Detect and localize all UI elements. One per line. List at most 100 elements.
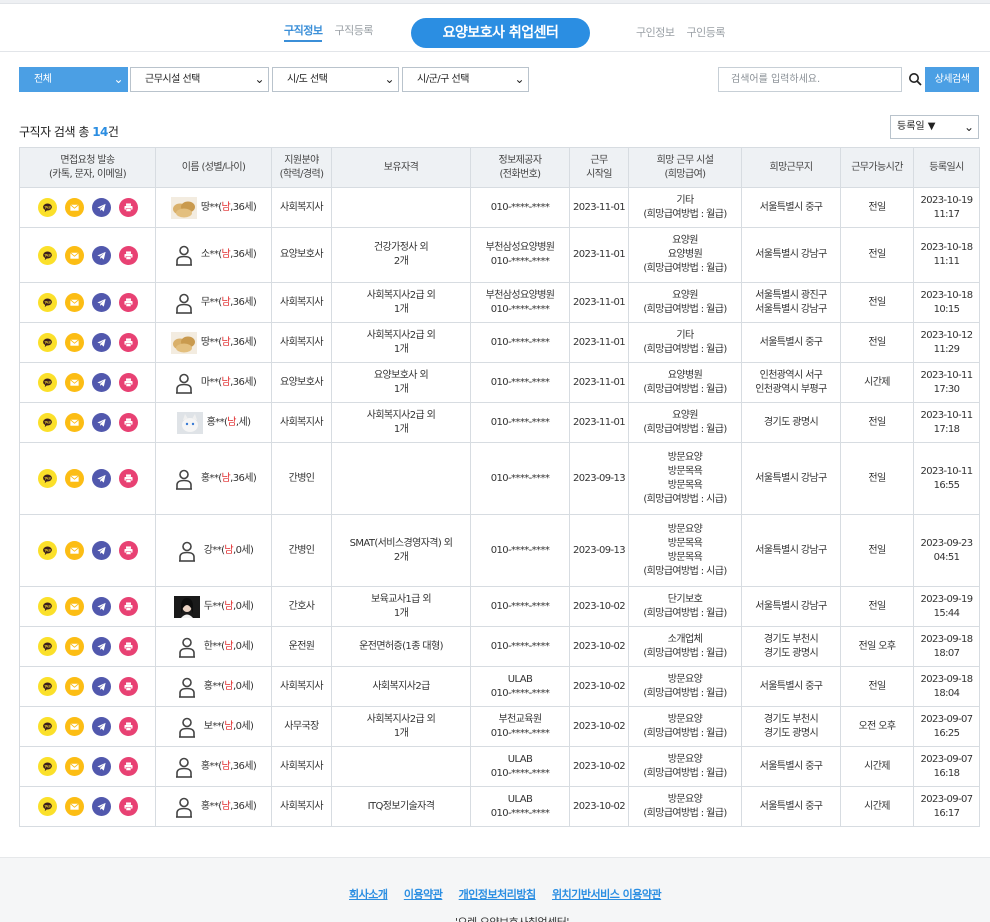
footer-link-terms[interactable]: 이용약관 [404,888,443,901]
telegram-icon[interactable] [91,245,111,265]
column-header: 근무 시작일 [569,147,629,188]
kakaotalk-icon[interactable]: TALK [37,677,57,696]
qualification-cell [331,187,471,228]
gender-label: 남 [221,760,231,772]
telegram-icon[interactable] [91,293,111,312]
print-icon[interactable] [118,245,138,265]
print-icon[interactable] [118,373,138,392]
name-cell: 무**(남,36세) [155,282,272,323]
table-row: TALK 강**(남,0세) 간병인 SMAT(서비스경영자격) 외 2개 010-***… [19,514,980,587]
category-select[interactable]: 전체 ⌄ [19,67,128,92]
start-date-cell: 2023-09-13 [569,442,629,515]
kakaotalk-icon[interactable]: TALK [37,797,57,816]
sms-icon[interactable] [64,245,84,265]
interview-request-cell: TALK [19,282,156,323]
telegram-icon[interactable] [91,333,111,352]
print-icon[interactable] [118,757,138,776]
sms-icon[interactable] [64,677,84,696]
search-input[interactable]: 검색어를 입력하세요. [718,67,902,92]
facility-cell: 방문요양 방문목욕 방문목욕 (희망급여방법 : 시급) [628,514,742,587]
telegram-icon[interactable] [91,541,111,560]
nav-job-seeker-info[interactable]: 구직정보 [284,22,323,42]
location-cell: 인천광역시 서구 인천광역시 부평구 [741,362,841,403]
district-select[interactable]: 시/군/구 선택 ⌄ [402,67,529,92]
registered-date-cell: 2023-09-18 18:04 [913,666,980,707]
sms-icon[interactable] [64,469,84,488]
city-select[interactable]: 시/도 선택 ⌄ [272,67,399,92]
telegram-icon[interactable] [91,413,111,432]
name-wrapper: 홍**(남,세) [157,411,270,434]
footer-link-privacy[interactable]: 개인정보처리방침 [459,888,536,901]
sms-icon[interactable] [64,597,84,616]
svg-text:TALK: TALK [43,724,52,728]
location-cell: 서울특별시 중구 [741,786,841,827]
footer-link-about[interactable]: 회사소개 [349,888,388,901]
nav-job-offer-register[interactable]: 구인등록 [686,24,725,40]
seeker-name: 홍**(남,36세) [200,800,257,812]
telegram-icon[interactable] [91,469,111,488]
gender-label: 남 [221,800,231,812]
print-icon[interactable] [118,293,138,312]
registered-date-cell: 2023-09-07 16:18 [913,746,980,787]
print-icon[interactable] [118,469,138,488]
kakaotalk-icon[interactable]: TALK [37,373,57,392]
kakaotalk-icon[interactable]: TALK [37,541,57,560]
footer-link-location-terms[interactable]: 위치기반서비스 이용약관 [552,888,662,901]
print-icon[interactable] [118,541,138,560]
kakaotalk-icon[interactable]: TALK [37,245,57,265]
kakaotalk-icon[interactable]: TALK [37,198,57,217]
print-icon[interactable] [118,677,138,696]
telegram-icon[interactable] [91,677,111,696]
interview-request-cell: TALK [19,746,156,787]
telegram-icon[interactable] [91,757,111,776]
kakaotalk-icon[interactable]: TALK [37,637,57,656]
sms-icon[interactable] [64,717,84,736]
kakaotalk-icon[interactable]: TALK [37,413,57,432]
facility-select[interactable]: 근무시설 선택 ⌄ [130,67,269,92]
print-icon[interactable] [118,797,138,816]
print-icon[interactable] [118,198,138,217]
telegram-icon[interactable] [91,717,111,736]
facility-cell: 기타 (희망급여방법 : 월급) [628,322,742,363]
sms-icon[interactable] [64,198,84,217]
print-icon[interactable] [118,717,138,736]
sms-icon[interactable] [64,757,84,776]
sms-icon[interactable] [64,413,84,432]
print-icon[interactable] [118,333,138,352]
result-count: 구직자 검색 총 14건 [19,123,119,140]
telegram-icon[interactable] [91,373,111,392]
sms-icon[interactable] [64,541,84,560]
detail-search-button[interactable]: 상세검색 [925,67,979,92]
sms-icon[interactable] [64,637,84,656]
interview-request-cell: TALK [19,786,156,827]
sms-icon[interactable] [64,797,84,816]
kakaotalk-icon[interactable]: TALK [37,469,57,488]
kakaotalk-icon[interactable]: TALK [37,333,57,352]
telegram-icon[interactable] [91,637,111,656]
gender-label: 남 [224,600,234,612]
search-icon[interactable] [908,72,922,86]
telegram-icon[interactable] [91,797,111,816]
nav-job-offer-info[interactable]: 구인정보 [636,24,675,40]
sms-icon[interactable] [64,333,84,352]
qualification-cell: 건강가정사 외 2개 [331,227,471,283]
site-logo[interactable]: 요양보호사 취업센터 [411,18,590,48]
kakaotalk-icon[interactable]: TALK [37,293,57,312]
sort-select[interactable]: 등록일 ▼ ⌄ [890,115,979,139]
location-cell: 서울특별시 강남구 [741,586,841,627]
kakaotalk-icon[interactable]: TALK [37,757,57,776]
kakaotalk-icon[interactable]: TALK [37,597,57,616]
telegram-icon[interactable] [91,198,111,217]
print-icon[interactable] [118,637,138,656]
nav-job-seeker-register[interactable]: 구직등록 [334,22,373,38]
print-icon[interactable] [118,597,138,616]
sms-icon[interactable] [64,373,84,392]
kakaotalk-icon[interactable]: TALK [37,717,57,736]
facility-cell: 단기보호 (희망급여방법 : 월급) [628,586,742,627]
field-cell: 간호사 [271,586,332,627]
work-time-cell: 전일 [840,402,914,443]
print-icon[interactable] [118,413,138,432]
location-cell: 서울특별시 중구 [741,746,841,787]
telegram-icon[interactable] [91,597,111,616]
sms-icon[interactable] [64,293,84,312]
